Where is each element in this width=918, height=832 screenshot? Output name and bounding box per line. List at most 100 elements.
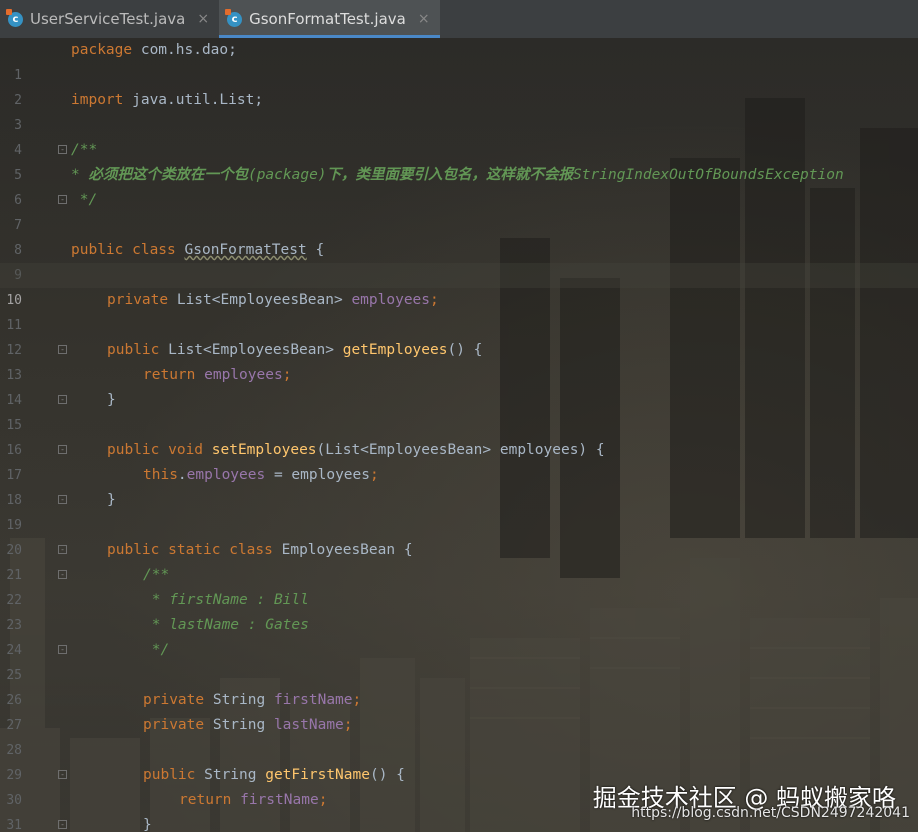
code-line: 12: [0, 313, 918, 358]
code-text: import java.util.List;: [71, 88, 263, 113]
keyword: public: [107, 342, 169, 358]
field-name: employees: [186, 467, 266, 483]
doc-comment: */: [143, 642, 170, 658]
doc-token: (package): [247, 167, 327, 183]
class-name: EmployeesBean {: [281, 542, 413, 558]
field-name: firstName: [240, 792, 319, 808]
code-text: public class GsonFormatTest {: [71, 238, 324, 263]
code-line: 22 - /**: [0, 563, 918, 608]
code-line: 4: [0, 113, 918, 158]
code-line: 20: [0, 513, 918, 558]
method-name: setEmployees: [211, 442, 317, 458]
fold-icon[interactable]: -: [58, 195, 67, 204]
fold-icon[interactable]: -: [58, 770, 67, 779]
code-text: private String lastName;: [143, 713, 353, 738]
doc-comment: /**: [71, 142, 98, 158]
code-line: 1 package com.hs.dao;: [0, 38, 918, 83]
fold-icon[interactable]: -: [58, 395, 67, 404]
watermark-url: https://blog.csdn.net/CSDN2497242041: [631, 805, 910, 821]
doc-token: StringIndexOutOfBoundsException: [573, 167, 844, 183]
code-line: 6 * 必须把这个类放在一个包(package)下，类里面要引入包名，这样就不会…: [0, 163, 918, 208]
fold-icon[interactable]: -: [58, 570, 67, 579]
code-token: String: [212, 717, 274, 733]
java-class-icon: c: [225, 8, 243, 27]
code-line: 13 - public List<EmployeesBean> getEmplo…: [0, 338, 918, 383]
code-text: public String getFirstName() {: [143, 763, 405, 788]
doc-token: *: [71, 167, 89, 183]
tab-user-service-test[interactable]: c UserServiceTest.java ×: [0, 0, 219, 38]
code-line: 26: [0, 663, 918, 708]
method-name: getFirstName: [265, 767, 370, 783]
tab-label: GsonFormatTest.java: [249, 10, 406, 28]
code-text: public void setEmployees(List<EmployeesB…: [107, 438, 605, 463]
keyword: public static class: [107, 542, 282, 558]
tab-label: UserServiceTest.java: [30, 10, 186, 28]
keyword: private: [143, 692, 213, 708]
code-editor[interactable]: 1 package com.hs.dao; 2 3 import java.ut…: [0, 38, 918, 832]
code-text: return employees;: [143, 363, 291, 388]
editor-tab-bar: c UserServiceTest.java × c GsonFormatTes…: [0, 0, 918, 39]
code-text: public static class EmployeesBean {: [107, 538, 413, 563]
fold-icon[interactable]: -: [58, 495, 67, 504]
java-class-icon: c: [6, 8, 23, 27]
field-name: employees: [351, 292, 431, 308]
doc-comment: * 必须把这个类放在一个包(package)下，类里面要引入包名，这样就不会报S…: [71, 163, 844, 188]
doc-comment: * firstName : Bill: [143, 592, 309, 608]
keyword: public void: [107, 442, 212, 458]
code-token: ;: [352, 692, 362, 708]
fold-icon[interactable]: -: [58, 645, 67, 654]
code-line: 3 import java.util.List;: [0, 88, 918, 133]
close-icon[interactable]: ×: [197, 11, 209, 27]
code-token: ;: [430, 292, 439, 308]
code-text: public List<EmployeesBean> getEmployees(…: [107, 338, 482, 363]
fold-icon[interactable]: -: [58, 345, 67, 354]
code-token: (List<EmployeesBean> employees) {: [316, 442, 605, 458]
code-text: private List<EmployeesBean> employees;: [107, 288, 439, 313]
code-token: = employees: [265, 467, 370, 483]
fold-icon[interactable]: -: [58, 445, 67, 454]
keyword: return: [143, 367, 205, 383]
code-text: package com.hs.dao;: [71, 38, 237, 63]
code-line: 16: [0, 413, 918, 458]
code-token: ;: [282, 367, 292, 383]
doc-token: 下，类里面要引入包名，这样就不会报: [326, 167, 574, 183]
code-line: 25 - */: [0, 638, 918, 683]
doc-comment: * lastName : Gates: [143, 617, 309, 633]
code-token: {: [306, 242, 325, 258]
code-line: 29: [0, 738, 918, 783]
keyword: this: [143, 467, 178, 483]
fold-icon[interactable]: -: [58, 145, 67, 154]
code-token: List<EmployeesBean>: [176, 292, 352, 308]
code-token: () {: [369, 767, 405, 783]
code-line: 17 - public void setEmployees(List<Emplo…: [0, 438, 918, 483]
code-line: 23 * firstName : Bill: [0, 588, 918, 633]
code-text: }: [107, 492, 116, 508]
code-text: this.employees = employees;: [143, 463, 379, 488]
doc-comment: */: [71, 192, 98, 208]
fold-icon[interactable]: -: [58, 545, 67, 554]
code-line: 28 private String lastName;: [0, 713, 918, 758]
method-name: getEmployees: [342, 342, 448, 358]
code-line: 7 - */: [0, 188, 918, 233]
tab-gson-format-test[interactable]: c GsonFormatTest.java ×: [219, 0, 441, 38]
code-line: 5 - /**: [0, 138, 918, 183]
code-line: 2: [0, 63, 918, 108]
code-line: 21 - public static class EmployeesBean {: [0, 538, 918, 583]
keyword: return: [179, 792, 241, 808]
code-token: () {: [447, 342, 483, 358]
code-line: 24 * lastName : Gates: [0, 613, 918, 658]
code-line: 27 private String firstName;: [0, 688, 918, 733]
code-line: 11 private List<EmployeesBean> employees…: [0, 288, 918, 333]
class-name: GsonFormatTest: [184, 242, 307, 258]
code-line: 15 - }: [0, 388, 918, 433]
code-line-current: 10: [0, 263, 918, 308]
code-token: com.hs.dao;: [132, 42, 237, 58]
doc-comment: /**: [143, 567, 170, 583]
code-token: String: [212, 692, 274, 708]
close-icon[interactable]: ×: [418, 11, 430, 27]
code-token: java.util.List;: [123, 92, 264, 108]
code-text: private String firstName;: [143, 688, 361, 713]
code-token: ;: [318, 792, 328, 808]
code-line: 14 return employees;: [0, 363, 918, 408]
fold-icon[interactable]: -: [58, 820, 67, 829]
